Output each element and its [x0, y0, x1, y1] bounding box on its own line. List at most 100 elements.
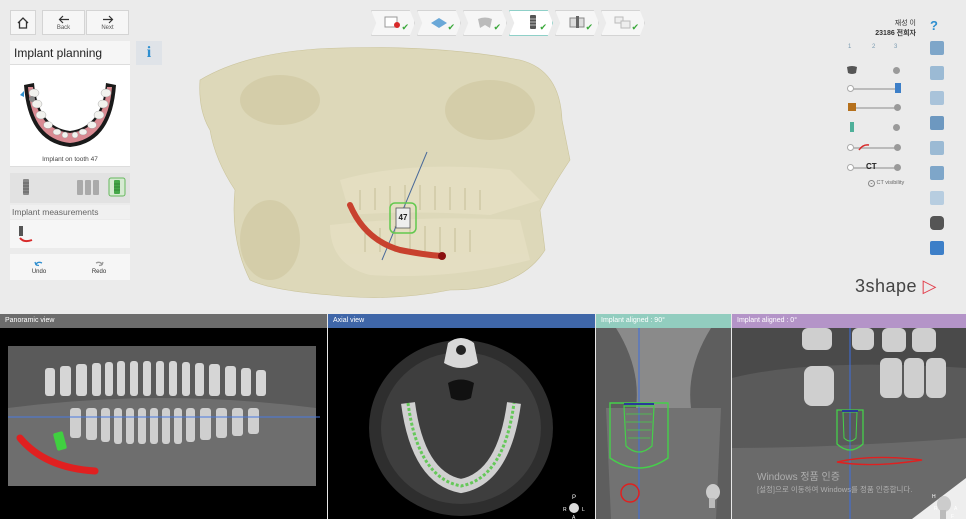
- visibility-row-scan: [842, 82, 908, 96]
- view-back-icon[interactable]: [930, 116, 944, 130]
- visibility-row-implant: [842, 121, 908, 135]
- implant-toolbar: [10, 173, 130, 203]
- view-side-icon[interactable]: [930, 66, 944, 80]
- redo-icon: [95, 261, 104, 266]
- camera-icon[interactable]: [930, 216, 944, 230]
- check-icon: ✔: [539, 22, 547, 32]
- measurement-tool[interactable]: [10, 220, 130, 248]
- home-button[interactable]: [10, 10, 36, 35]
- column-header: 3: [894, 44, 898, 50]
- measure-tool-icon[interactable]: [930, 191, 944, 205]
- slider-knob[interactable]: [894, 164, 901, 171]
- visibility-row-model: [842, 64, 908, 78]
- slider-start: [847, 85, 854, 92]
- view-title: Implant aligned : 0°: [732, 314, 966, 328]
- 3d-workspace: Back Next Implant planning Implant on to…: [0, 0, 966, 314]
- workflow-step-scan[interactable]: ✔: [417, 10, 461, 36]
- implant-selected-icon[interactable]: [108, 177, 126, 197]
- home-icon: [17, 16, 29, 29]
- visibility-row-nerve: [842, 141, 908, 155]
- slider-start: [847, 144, 854, 151]
- right-toolbar: ?: [930, 18, 948, 266]
- ct-visibility-label: CT visibility: [876, 180, 905, 186]
- jaw-caption: Implant on tooth 47: [42, 156, 98, 163]
- undo-label: Undo: [31, 268, 47, 275]
- visibility-toggle[interactable]: [893, 124, 900, 131]
- aligned-90-image: [596, 328, 731, 519]
- nerve-icon: [858, 144, 870, 151]
- watermark-title: Windows 정품 인증: [757, 472, 840, 483]
- scan-icon: [431, 18, 447, 28]
- undo-button[interactable]: Undo: [14, 256, 64, 278]
- opacity-slider-track[interactable]: [856, 107, 898, 109]
- implant-planning-panel: Implant planning Implant on tooth 47 Imp…: [10, 41, 130, 281]
- orientation-left: R: [934, 506, 938, 512]
- implant-multiple-icon[interactable]: [76, 177, 100, 197]
- scan-blue-icon[interactable]: [894, 82, 902, 94]
- check-icon: ✔: [585, 22, 593, 32]
- implant-single-icon[interactable]: [18, 177, 34, 197]
- orientation-bottom: A: [572, 515, 576, 519]
- export-icon: [614, 16, 631, 29]
- axial-view[interactable]: Axial view P R L A: [328, 314, 595, 519]
- orientation-right: L: [582, 507, 585, 513]
- jaw-model-icon: [847, 66, 857, 74]
- patient-name: 재성 이: [894, 20, 916, 27]
- redo-button[interactable]: Redo: [74, 256, 124, 278]
- implant-aligned-90-view[interactable]: Implant aligned : 90°: [596, 314, 731, 519]
- windows-activation-watermark: Windows 정품 인증 [설정]으로 이동하여 Windows를 정품 인증…: [757, 472, 912, 496]
- column-header: 1: [848, 44, 852, 50]
- measurements-label: Implant measurements: [10, 205, 130, 219]
- brand-logo: 3shape ▷: [855, 276, 937, 297]
- view-front-icon[interactable]: [930, 41, 944, 55]
- check-icon: ✔: [631, 22, 639, 32]
- visibility-row-crown: [842, 101, 908, 115]
- orientation-bottom: F: [951, 514, 954, 519]
- workflow-step-crown[interactable]: ✔: [463, 10, 507, 36]
- next-button[interactable]: Next: [86, 10, 129, 35]
- patient-id: 23186 전희자: [875, 30, 916, 37]
- arrow-left-icon: [58, 15, 69, 23]
- visibility-toggle[interactable]: [893, 67, 900, 74]
- view-bottom-icon[interactable]: [930, 141, 944, 155]
- visibility-row-ct: CT: [842, 161, 908, 175]
- watermark-subtitle: [설정]으로 이동하여 Windows를 정품 인증합니다.: [757, 485, 913, 494]
- workflow-steps: ✔ ✔ ✔ ✔ ✔ ✔: [371, 10, 645, 36]
- undo-redo-bar: Undo Redo: [10, 254, 130, 280]
- workflow-step-guide[interactable]: ✔: [555, 10, 599, 36]
- implant-green-icon: [850, 122, 854, 132]
- view-top-icon[interactable]: [930, 91, 944, 105]
- back-button[interactable]: Back: [42, 10, 85, 35]
- slider-start: [847, 164, 854, 171]
- panoramic-view[interactable]: Panoramic view: [0, 314, 327, 519]
- patient-data-icon: [384, 16, 400, 28]
- column-header: 2: [872, 44, 876, 50]
- redo-label: Redo: [91, 268, 107, 275]
- ct-label: CT: [866, 162, 877, 171]
- info-button[interactable]: i: [136, 41, 162, 65]
- panoramic-image: [8, 346, 320, 486]
- view-angle-icon[interactable]: [930, 166, 944, 180]
- workflow-step-export[interactable]: ✔: [601, 10, 645, 36]
- ct-visibility-toggle[interactable]: ⌄ CT visibility: [868, 180, 904, 187]
- check-icon: ✔: [493, 22, 501, 32]
- opacity-slider-track[interactable]: [850, 88, 900, 90]
- workflow-step-patient[interactable]: ✔: [371, 10, 415, 36]
- view-title: Panoramic view: [0, 314, 327, 328]
- slider-knob[interactable]: [894, 144, 901, 151]
- jaw-thumbnail[interactable]: Implant on tooth 47: [10, 65, 130, 167]
- check-icon: ✔: [447, 22, 455, 32]
- slider-knob[interactable]: [894, 104, 901, 111]
- workflow-step-implant[interactable]: ✔: [509, 10, 553, 36]
- logo-mark: ▷: [917, 276, 937, 296]
- surgical-guide-icon: [569, 16, 585, 28]
- logo-text: 3shape: [855, 276, 918, 296]
- zoom-fit-icon[interactable]: [930, 241, 944, 255]
- axial-image: P R L A: [369, 338, 585, 519]
- view-title: Implant aligned : 90°: [596, 314, 731, 328]
- orientation-top: P: [572, 495, 576, 501]
- 3d-skull-view[interactable]: 47: [190, 40, 590, 310]
- chevron-down-icon: ⌄: [868, 180, 875, 187]
- visibility-panel: 1 2 3 CT ⌄ CT visibility: [842, 44, 908, 194]
- help-icon[interactable]: ?: [930, 18, 948, 33]
